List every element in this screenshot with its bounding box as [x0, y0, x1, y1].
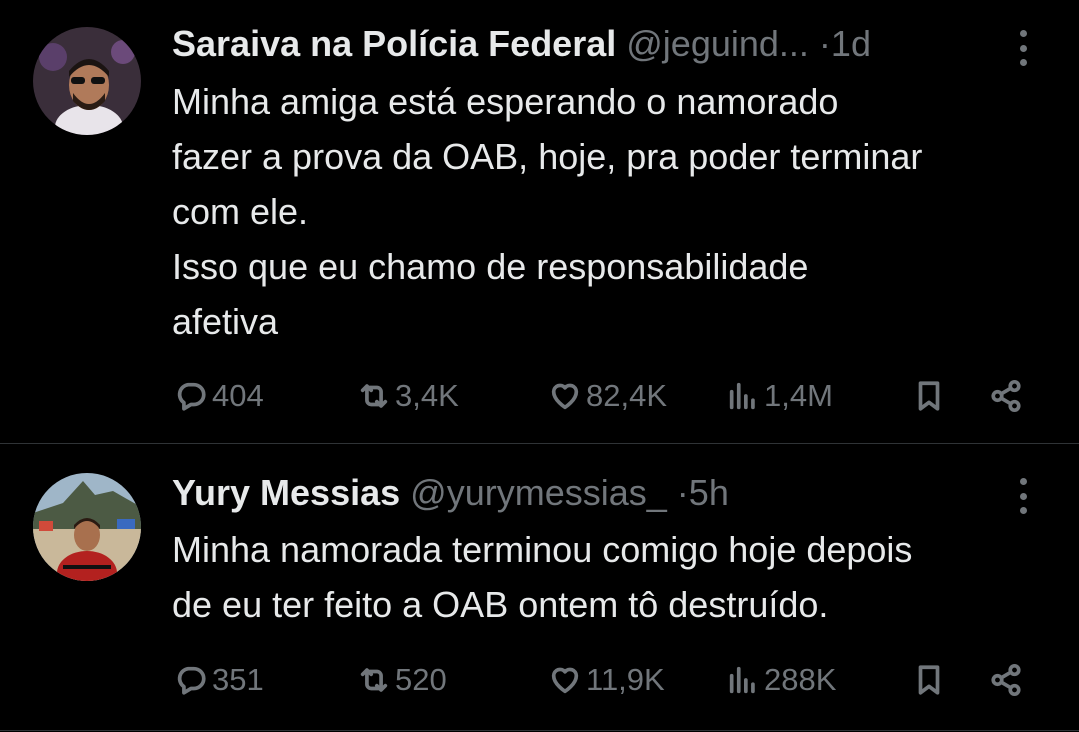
more-icon[interactable]	[1011, 478, 1035, 514]
reply-icon	[177, 382, 206, 411]
heart-icon	[551, 667, 579, 694]
more-icon[interactable]	[1011, 30, 1035, 66]
tweet-header: Saraiva na Polícia Federal @jeguind... ·…	[172, 24, 989, 64]
retweet-icon	[360, 384, 388, 408]
share-icon	[991, 379, 1021, 413]
retweet-icon	[360, 668, 388, 692]
tweet-text-line: Minha namorada terminou comigo hoje depo…	[172, 529, 913, 570]
tweet-text-line: Isso que eu chamo de responsabilidade	[172, 246, 809, 287]
retweet-button[interactable]: 3,4K	[357, 376, 459, 416]
tweet-text-line: de eu ter feito a OAB ontem tô destruído…	[172, 584, 829, 625]
tweet-text-line: com ele.	[172, 191, 309, 232]
bookmark-icon	[918, 381, 940, 411]
tweet[interactable]: Yury Messias @yurymessias_ ·5h Minha nam…	[0, 444, 1079, 731]
like-count: 11,9K	[586, 662, 665, 697]
timestamp[interactable]: 5h	[689, 473, 729, 513]
avatar[interactable]	[33, 27, 141, 135]
author-name[interactable]: Saraiva na Polícia Federal	[172, 24, 616, 64]
share-button[interactable]	[989, 660, 1023, 700]
timestamp[interactable]: 1d	[831, 24, 871, 64]
reply-button[interactable]: 404	[174, 376, 264, 416]
author-handle[interactable]: @yurymessias_	[410, 473, 667, 513]
avatar-image	[33, 473, 141, 581]
views-count: 288K	[764, 662, 837, 697]
like-button[interactable]: 82,4K	[548, 376, 667, 416]
like-count: 82,4K	[586, 378, 668, 413]
action-bar: 404 3,4K 82,4K 1,4M	[0, 376, 1079, 416]
bookmark-icon	[918, 665, 940, 695]
share-icon	[991, 663, 1021, 697]
reply-button[interactable]: 351	[174, 660, 264, 700]
tweet-text-line: afetiva	[172, 301, 279, 342]
tweet-text-line: Minha amiga está esperando o namorado	[172, 81, 839, 122]
like-button[interactable]: 11,9K	[548, 660, 665, 700]
heart-icon	[551, 383, 579, 410]
retweet-button[interactable]: 520	[357, 660, 447, 700]
author-name[interactable]: Yury Messias	[172, 473, 400, 513]
tweet[interactable]: Saraiva na Polícia Federal @jeguind... ·…	[0, 0, 1079, 444]
tweet-header: Yury Messias @yurymessias_ ·5h	[172, 473, 989, 513]
views-count: 1,4M	[764, 378, 833, 413]
views-icon	[729, 382, 755, 410]
tweet-text: Minha namorada terminou comigo hoje depo…	[172, 522, 1059, 632]
author-handle[interactable]: @jeguind...	[626, 24, 809, 64]
avatar[interactable]	[33, 473, 141, 581]
bookmark-button[interactable]	[912, 660, 946, 700]
bookmark-button[interactable]	[912, 376, 946, 416]
share-button[interactable]	[989, 376, 1023, 416]
tweet-text-line: fazer a prova da OAB, hoje, pra poder te…	[172, 136, 923, 177]
tweet-text: Minha amiga está esperando o namorado fa…	[172, 74, 1059, 349]
reply-count: 351	[212, 662, 264, 697]
reply-icon	[177, 666, 206, 695]
separator-dot: ·	[818, 24, 831, 64]
views-button[interactable]: 1,4M	[726, 376, 833, 416]
reply-count: 404	[212, 378, 264, 413]
action-bar: 351 520 11,9K 288K	[0, 660, 1079, 700]
views-icon	[729, 666, 755, 694]
avatar-image	[33, 27, 141, 135]
retweet-count: 3,4K	[395, 378, 459, 413]
views-button[interactable]: 288K	[726, 660, 836, 700]
retweet-count: 520	[395, 662, 447, 697]
separator-dot: ·	[676, 473, 689, 513]
